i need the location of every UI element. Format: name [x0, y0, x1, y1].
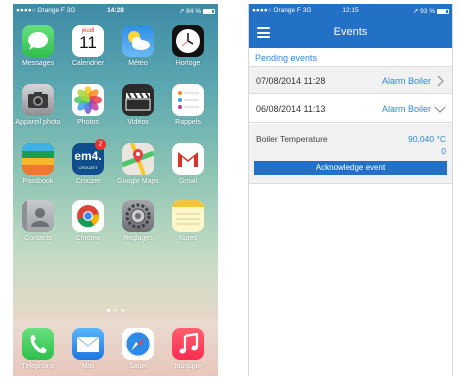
chevron-down-icon[interactable] [434, 103, 446, 115]
chrome-icon [72, 200, 104, 232]
home-screen: ●●●●○ Orange F 3G 14:28 ↗ 84 % Messages … [13, 4, 218, 376]
detail-label: Boiler Temperature [256, 134, 328, 144]
battery-icon [437, 8, 449, 14]
app-google-maps[interactable]: Google Maps [115, 143, 161, 185]
app-label: Safari [128, 363, 148, 370]
app-label: Horloge [175, 60, 201, 67]
app-label: Contacts [24, 235, 52, 242]
app-label: Passbook [22, 178, 54, 185]
photos-icon [72, 84, 104, 116]
passbook-icon [22, 143, 54, 175]
app-chrome[interactable]: Chrome [65, 200, 111, 242]
app-label: Photos [77, 119, 99, 126]
app-label: Rappels [175, 119, 201, 126]
app-label: Google Maps [117, 178, 159, 185]
app-label: Vidéos [127, 119, 149, 126]
events-screen: ●●●●○ Orange F 3G 12:15 ↗ 93 % Events Pe… [248, 4, 453, 376]
notes-icon [172, 200, 204, 232]
phone-icon [22, 328, 54, 360]
gmail-icon [172, 143, 204, 175]
page-dot [107, 309, 110, 312]
status-bar: ●●●●○ Orange F 3G 12:15 ↗ 93 % [249, 4, 452, 18]
google-maps-icon [122, 143, 154, 175]
app-label: Chrome [75, 235, 101, 242]
app-notes[interactable]: Notes [165, 200, 211, 242]
dock: Téléphone Mail Safari Musique [13, 320, 218, 376]
app-videos[interactable]: Vidéos [115, 84, 161, 126]
app-label: Notes [178, 235, 198, 242]
notification-badge: 2 [95, 139, 106, 150]
safari-icon [122, 328, 154, 360]
reminders-icon [172, 84, 204, 116]
mail-icon [72, 328, 104, 360]
app-weather[interactable]: Météo [115, 25, 161, 67]
page-dot [121, 309, 124, 312]
event-row[interactable]: 06/08/2014 11:13 Alarm Boiler [249, 95, 452, 123]
nav-bar: Events [249, 18, 452, 48]
app-phone[interactable]: Téléphone [15, 328, 61, 370]
app-label: Réglages [123, 235, 153, 242]
battery-indicator: ↗ 84 % [179, 7, 215, 15]
weather-icon [122, 25, 154, 57]
app-passbook[interactable]: Passbook [15, 143, 61, 185]
app-label: Météo [128, 60, 148, 67]
clock-icon [172, 25, 204, 57]
acknowledge-event-button[interactable]: Acknowledge event [254, 161, 447, 175]
app-messages[interactable]: Messages [15, 25, 61, 67]
app-gmail[interactable]: Gmail [165, 143, 211, 185]
event-datetime: 07/08/2014 11:28 [256, 76, 326, 86]
event-detail-panel: Boiler Temperature 90,040 °C 0 Acknowled… [249, 124, 452, 184]
settings-icon [122, 200, 154, 232]
detail-value: 90,040 °C [408, 134, 446, 144]
app-label: Gmail [178, 178, 198, 185]
section-title: Pending events [255, 53, 318, 63]
app-safari[interactable]: Safari [115, 328, 161, 370]
screenshot-pair: ●●●●○ Orange F 3G 14:28 ↗ 84 % Messages … [0, 0, 461, 379]
app-crouzet[interactable]: 2 em4. CROUZET Crouzet [65, 139, 111, 185]
app-contacts[interactable]: Contacts [15, 200, 61, 242]
crouzet-icon-subtext: CROUZET [78, 165, 98, 170]
messages-icon [22, 25, 54, 57]
app-music[interactable]: Musique [165, 328, 211, 370]
page-dot [114, 309, 117, 312]
page-title: Events [333, 26, 368, 38]
battery-indicator: ↗ 93 % [413, 7, 449, 15]
app-settings[interactable]: Réglages [115, 200, 161, 242]
camera-icon [22, 84, 54, 116]
event-name: Alarm Boiler [381, 76, 431, 86]
app-label: Calendrier [71, 60, 105, 67]
app-label: Mail [81, 363, 95, 370]
detail-secondary-value: 0 [441, 146, 446, 156]
contacts-icon [22, 200, 54, 232]
app-clock[interactable]: Horloge [165, 25, 211, 67]
page-indicator[interactable] [13, 309, 218, 312]
app-label: Crouzet [75, 178, 101, 185]
status-bar: ●●●●○ Orange F 3G 14:28 ↗ 84 % [13, 4, 218, 18]
videos-icon [122, 84, 154, 116]
event-datetime: 06/08/2014 11:13 [256, 104, 326, 114]
app-calendar[interactable]: jeudi 11 Calendrier [65, 25, 111, 67]
crouzet-icon-text: em4. [74, 149, 102, 163]
app-label: Téléphone [21, 363, 55, 370]
app-mail[interactable]: Mail [65, 328, 111, 370]
app-label: Musique [174, 363, 202, 370]
music-icon [172, 328, 204, 360]
app-label: Appareil photo [15, 119, 61, 126]
app-label: Messages [22, 60, 54, 67]
event-name: Alarm Boiler [381, 104, 431, 114]
app-reminders[interactable]: Rappels [165, 84, 211, 126]
calendar-day-number: 11 [79, 33, 97, 52]
app-camera[interactable]: Appareil photo [15, 84, 61, 126]
calendar-icon: jeudi 11 [72, 25, 104, 57]
event-row[interactable]: 07/08/2014 11:28 Alarm Boiler [249, 66, 452, 94]
app-photos[interactable]: Photos [65, 84, 111, 126]
chevron-right-icon[interactable] [434, 75, 446, 87]
battery-icon [203, 8, 215, 14]
